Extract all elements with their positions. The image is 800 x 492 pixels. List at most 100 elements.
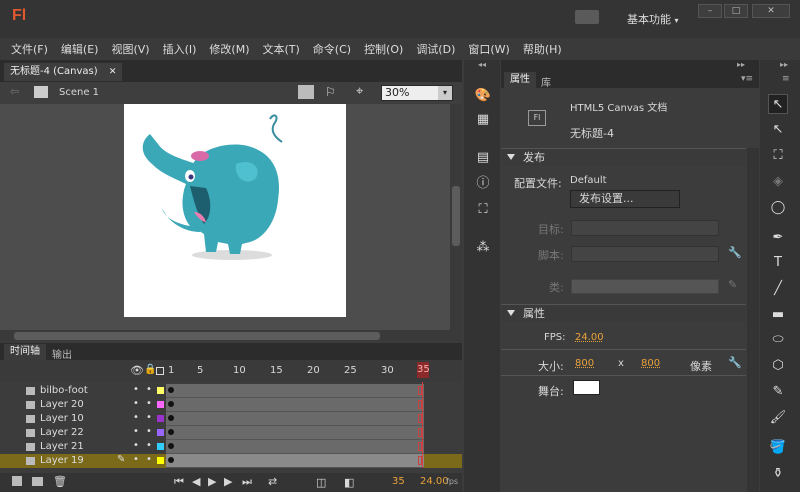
align-panel-icon[interactable]: ▤ [472,148,494,168]
new-folder-icon[interactable] [32,477,43,486]
layer-color-swatch[interactable] [157,443,164,450]
text-tool-icon[interactable]: T [768,253,788,273]
pencil-icon[interactable]: ✎ [728,278,737,291]
lock-dot[interactable]: • [146,384,152,395]
menu-insert[interactable]: 插入(I) [163,41,197,57]
step-back-icon[interactable]: ◀ [192,475,200,488]
outline-icon[interactable] [156,367,164,375]
maximize-button[interactable]: □ [724,4,748,18]
visibility-dot[interactable]: • [133,412,139,423]
visibility-dot[interactable]: • [133,440,139,451]
scrollbar-thumb[interactable] [452,186,460,246]
stage-color-swatch[interactable] [573,380,600,395]
height-value[interactable]: 800 [641,358,660,369]
script-select[interactable] [571,246,719,262]
tab-library[interactable]: 库 [541,74,551,89]
pen-tool-icon[interactable]: ✒ [768,228,788,248]
layer-color-swatch[interactable] [157,429,164,436]
lock-icon[interactable]: 🔒 [144,364,156,375]
menu-view[interactable]: 视图(V) [111,41,149,57]
transform-panel-icon[interactable]: ⛶ [472,200,494,220]
step-forward-icon[interactable]: ▶ [224,475,232,488]
play-icon[interactable]: ▶ [208,475,216,488]
edit-symbol-icon[interactable]: ⚐ [325,85,336,99]
trash-icon[interactable]: 🗑 [53,475,67,488]
menu-text[interactable]: 文本(T) [262,41,299,57]
zoom-select[interactable]: 30% ▾ [381,85,453,101]
center-stage-icon[interactable]: ⌖ [356,84,363,99]
collapse-arrows-icon[interactable]: ▸▸ [737,60,745,69]
properties-scrollbar[interactable] [747,148,759,492]
selection-tool-icon[interactable]: ↖ [768,94,788,114]
3d-rotation-tool-icon[interactable]: ◈ [768,172,788,192]
line-tool-icon[interactable]: ╱ [768,279,788,299]
layer-row[interactable]: Layer 21 • • [0,440,462,454]
layer-frames[interactable] [166,440,424,454]
minimize-button[interactable]: – [698,4,722,18]
edit-scene-icon[interactable] [298,85,314,99]
layer-color-swatch[interactable] [157,387,164,394]
layer-row[interactable]: Layer 10 • • [0,412,462,426]
panel-menu-icon[interactable]: ▾≡ [741,74,753,84]
document-tab[interactable]: 无标题-4 (Canvas) ✕ [4,63,123,81]
layer-row[interactable]: bilbo-foot • • [0,384,462,398]
lock-dot[interactable]: • [146,412,152,423]
onion-skin-icon[interactable]: ◫ [316,476,326,489]
new-layer-icon[interactable] [12,476,22,486]
close-button[interactable]: ✕ [752,4,790,18]
menu-commands[interactable]: 命令(C) [313,41,351,57]
lasso-tool-icon[interactable]: ◯ [768,198,788,218]
ink-bottle-tool-icon[interactable]: ⚱ [768,464,788,484]
lock-dot[interactable]: • [146,454,152,465]
rectangle-tool-icon[interactable]: ▬ [768,305,788,325]
publish-settings-button[interactable]: 发布设置... [570,190,680,208]
menu-edit[interactable]: 编辑(E) [61,41,99,57]
layer-color-swatch[interactable] [157,401,164,408]
menu-control[interactable]: 控制(O) [364,41,403,57]
layer-frames[interactable] [166,412,424,426]
visibility-dot[interactable]: • [133,454,139,465]
properties-section-header[interactable]: 属性 [501,304,746,322]
layer-frames[interactable] [166,454,424,468]
layer-row[interactable]: Layer 22 • • [0,426,462,440]
lock-dot[interactable]: • [146,440,152,451]
menu-file[interactable]: 文件(F) [11,41,48,57]
layer-color-swatch[interactable] [157,457,164,464]
stage-vertical-scrollbar[interactable] [450,104,462,330]
layer-row[interactable]: Layer 20 • • [0,398,462,412]
free-transform-tool-icon[interactable]: ⛶ [768,146,788,166]
layer-frames[interactable] [166,398,424,412]
lock-dot[interactable]: • [146,398,152,409]
layer-frames[interactable] [166,426,424,440]
eye-icon[interactable]: 👁 [130,364,144,377]
close-icon[interactable]: ✕ [109,67,117,77]
visibility-dot[interactable]: • [133,398,139,409]
info-panel-icon[interactable]: ⓘ [472,174,494,194]
pencil-tool-icon[interactable]: ✎ [768,382,788,402]
visibility-dot[interactable]: • [133,384,139,395]
wrench-icon[interactable]: 🔧 [728,356,742,369]
visibility-dot[interactable]: • [133,426,139,437]
class-input[interactable] [571,279,719,294]
workspace-switcher[interactable]: 基本功能 ▾ [627,11,679,27]
sync-icon[interactable] [575,10,599,24]
oval-tool-icon[interactable]: ⬭ [768,330,788,350]
polystar-tool-icon[interactable]: ⬡ [768,356,788,376]
elephant-illustration[interactable] [124,104,346,317]
back-arrow-icon[interactable]: ⇦ [10,85,19,98]
lock-dot[interactable]: • [146,426,152,437]
collapse-arrows-icon[interactable]: ▸▸ [780,60,788,69]
menu-modify[interactable]: 修改(M) [209,41,249,57]
menu-window[interactable]: 窗口(W) [468,41,509,57]
layer-frames[interactable] [166,384,424,398]
playhead[interactable]: 35 [417,362,430,378]
target-select[interactable] [571,220,719,236]
fps-value[interactable]: 24.00 [575,332,604,343]
panel-menu-icon[interactable]: ≡ [782,74,790,84]
menu-help[interactable]: 帮助(H) [523,41,562,57]
swatches-panel-icon[interactable]: ▦ [472,110,494,130]
last-frame-icon[interactable]: ⏭ [242,475,252,489]
layer-color-swatch[interactable] [157,415,164,422]
publish-section-header[interactable]: 发布 [501,148,746,166]
subselection-tool-icon[interactable]: ↖ [768,120,788,140]
